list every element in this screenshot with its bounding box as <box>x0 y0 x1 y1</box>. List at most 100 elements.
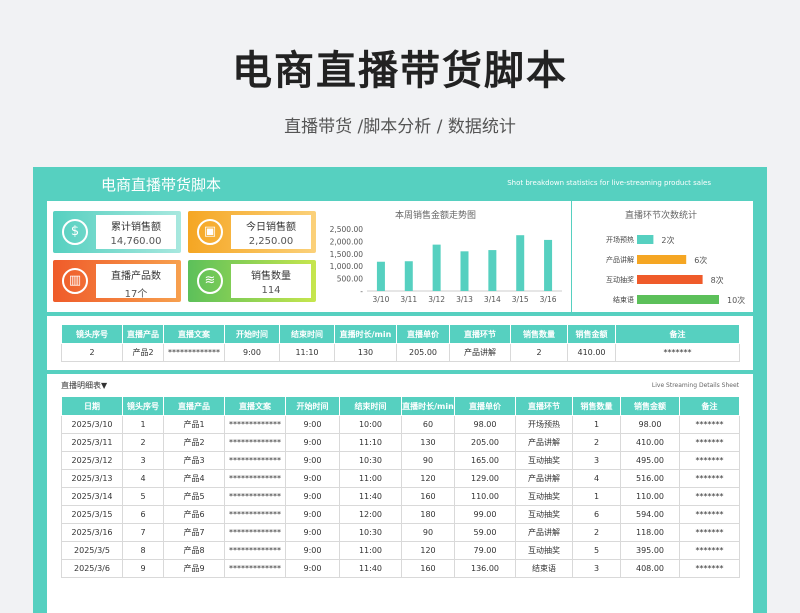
table-cell[interactable]: 产品8 <box>163 541 225 560</box>
table-cell[interactable]: 79.00 <box>454 541 516 560</box>
table-cell[interactable]: 3 <box>122 451 164 470</box>
table-cell[interactable]: ************* <box>224 487 286 506</box>
detail-table-label[interactable]: 直播明细表▼ <box>61 380 107 391</box>
table-cell[interactable]: 8 <box>122 541 164 560</box>
table-cell[interactable]: 7 <box>122 523 164 542</box>
table-cell[interactable]: ************* <box>224 505 286 524</box>
table-cell[interactable]: 9:00 <box>224 343 280 362</box>
table-cell[interactable]: 互动抽奖 <box>515 487 573 506</box>
column-header[interactable]: 结束时间 <box>279 324 335 344</box>
table-cell[interactable]: 2025/3/13 <box>61 469 123 488</box>
table-cell[interactable]: 2025/3/14 <box>61 487 123 506</box>
table-cell[interactable]: 2025/3/6 <box>61 559 123 578</box>
table-cell[interactable]: ******* <box>679 469 740 488</box>
table-cell[interactable]: 产品7 <box>163 523 225 542</box>
table-cell[interactable]: 5 <box>122 487 164 506</box>
table-cell[interactable]: 11:10 <box>279 343 335 362</box>
table-cell[interactable]: 495.00 <box>620 451 680 470</box>
table-cell[interactable]: 90 <box>401 451 455 470</box>
table-cell[interactable]: ************* <box>224 469 286 488</box>
table-cell[interactable]: ************* <box>224 523 286 542</box>
table-cell[interactable]: ******* <box>679 523 740 542</box>
table-cell[interactable]: 130 <box>401 433 455 452</box>
table-cell[interactable]: 516.00 <box>620 469 680 488</box>
table-cell[interactable]: 205.00 <box>396 343 450 362</box>
table-cell[interactable]: 10:30 <box>339 523 402 542</box>
table-cell[interactable]: 产品讲解 <box>515 469 573 488</box>
column-header[interactable]: 直播产品 <box>122 324 164 344</box>
table-cell[interactable]: 产品6 <box>163 505 225 524</box>
table-cell[interactable]: ************* <box>224 559 286 578</box>
table-cell[interactable]: 118.00 <box>620 523 680 542</box>
table-cell[interactable]: 1 <box>572 415 621 434</box>
column-header[interactable]: 直播单价 <box>396 324 450 344</box>
column-header[interactable]: 直播文案 <box>163 324 225 344</box>
column-header[interactable]: 直播文案 <box>224 396 286 416</box>
table-cell[interactable]: 98.00 <box>620 415 680 434</box>
table-cell[interactable]: ******* <box>679 505 740 524</box>
table-cell[interactable]: 9:00 <box>285 559 340 578</box>
table-cell[interactable]: 9 <box>122 559 164 578</box>
table-cell[interactable]: 594.00 <box>620 505 680 524</box>
column-header[interactable]: 结束时间 <box>339 396 402 416</box>
table-cell[interactable]: 11:40 <box>339 487 402 506</box>
table-cell[interactable]: 9:00 <box>285 469 340 488</box>
table-cell[interactable]: 59.00 <box>454 523 516 542</box>
table-cell[interactable]: 60 <box>401 415 455 434</box>
table-cell[interactable]: 6 <box>122 505 164 524</box>
table-cell[interactable]: 互动抽奖 <box>515 541 573 560</box>
table-cell[interactable]: ******* <box>679 433 740 452</box>
column-header[interactable]: 备注 <box>679 396 740 416</box>
table-cell[interactable]: 410.00 <box>620 433 680 452</box>
table-cell[interactable]: 结束语 <box>515 559 573 578</box>
table-cell[interactable]: ************* <box>224 415 286 434</box>
table-cell[interactable]: 9:00 <box>285 523 340 542</box>
table-cell[interactable]: 205.00 <box>454 433 516 452</box>
kpi-product-count[interactable]: ▥ 直播产品数 17个 <box>53 260 181 302</box>
column-header[interactable]: 直播时长/min <box>401 396 455 416</box>
table-cell[interactable]: 2025/3/10 <box>61 415 123 434</box>
table-cell[interactable]: 9:00 <box>285 505 340 524</box>
table-row[interactable]: 2025/3/14 5 产品5 ************* 9:00 11:40 160 11… <box>61 487 740 506</box>
table-cell[interactable]: 产品9 <box>163 559 225 578</box>
table-cell[interactable]: 160 <box>401 487 455 506</box>
table-cell[interactable]: 2025/3/5 <box>61 541 123 560</box>
column-header[interactable]: 镜头序号 <box>61 324 123 344</box>
table-cell[interactable]: 2 <box>61 343 123 362</box>
table-cell[interactable]: ******* <box>679 415 740 434</box>
table-cell[interactable]: 120 <box>401 469 455 488</box>
table-cell[interactable]: 110.00 <box>454 487 516 506</box>
table-cell[interactable]: 11:10 <box>339 433 402 452</box>
table-cell[interactable]: 2025/3/11 <box>61 433 123 452</box>
table-cell[interactable]: 3 <box>572 559 621 578</box>
table-cell[interactable]: 产品4 <box>163 469 225 488</box>
table-cell[interactable]: 9:00 <box>285 415 340 434</box>
table-cell[interactable]: 408.00 <box>620 559 680 578</box>
kpi-sales-quantity[interactable]: ≋ 销售数量 114 <box>188 260 316 302</box>
table-cell[interactable]: 2 <box>572 433 621 452</box>
table-cell[interactable]: 99.00 <box>454 505 516 524</box>
column-header[interactable]: 日期 <box>61 396 123 416</box>
table-cell[interactable]: 4 <box>122 469 164 488</box>
table-cell[interactable]: 11:40 <box>339 559 402 578</box>
table-cell[interactable]: ******* <box>679 451 740 470</box>
table-cell[interactable]: 3 <box>572 451 621 470</box>
table-cell[interactable]: 产品2 <box>163 433 225 452</box>
table-cell[interactable]: ************* <box>224 541 286 560</box>
table-cell[interactable]: 产品2 <box>122 343 164 362</box>
table-row[interactable]: 2025/3/16 7 产品7 ************* 9:00 10:30 90 59.… <box>61 523 740 542</box>
column-header[interactable]: 销售金额 <box>567 324 616 344</box>
table-cell[interactable]: ************* <box>224 451 286 470</box>
table-cell[interactable]: 9:00 <box>285 433 340 452</box>
table-cell[interactable]: 10:30 <box>339 451 402 470</box>
table-cell[interactable]: 9:00 <box>285 451 340 470</box>
table-cell[interactable]: ******* <box>615 343 740 362</box>
table-cell[interactable]: ******* <box>679 487 740 506</box>
table-cell[interactable]: ******* <box>679 541 740 560</box>
table-cell[interactable]: 2025/3/12 <box>61 451 123 470</box>
table-row[interactable]: 2025/3/11 2 产品2 ************* 9:00 11:10 130 20… <box>61 433 740 452</box>
table-cell[interactable]: 2 <box>572 523 621 542</box>
table-cell[interactable]: ************* <box>163 343 225 362</box>
column-header[interactable]: 销售数量 <box>510 324 568 344</box>
table-cell[interactable]: 98.00 <box>454 415 516 434</box>
